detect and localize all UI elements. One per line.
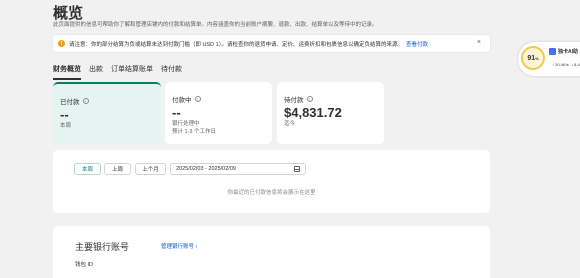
card-label: 已付款 bbox=[60, 99, 80, 106]
manage-bank-link-label: 管理银行账号 bbox=[161, 244, 195, 250]
info-icon[interactable]: i bbox=[194, 96, 201, 102]
processing-card[interactable]: 付款中 i -- 银行处理中 预计 1-3 个工作日 bbox=[165, 82, 272, 144]
close-icon[interactable]: × bbox=[477, 39, 481, 46]
paid-card[interactable]: 已付款 i -- 本周 bbox=[53, 82, 161, 144]
date-range-picker[interactable]: 2025/02/03 - 2025/02/09 bbox=[170, 163, 306, 175]
download-speed: ↓ 8.4 bbox=[571, 62, 580, 67]
tab-payouts[interactable]: 出款 bbox=[89, 64, 103, 80]
calendar-icon bbox=[294, 166, 300, 172]
card-period: 迄今 bbox=[284, 121, 296, 127]
info-icon[interactable]: i bbox=[82, 98, 89, 104]
card-status: 银行处理中 bbox=[172, 121, 200, 127]
negative-settlement-notice: ! 请注意：你的部分结算为负或结算未达到付款门槛（即 USD 1）。请检查你的退… bbox=[53, 35, 490, 52]
card-eta: 预计 1-3 个工作日 bbox=[172, 129, 217, 135]
score-unit: % bbox=[535, 55, 539, 61]
page-subtitle: 此页面提供的信息可帮助你了解和管理店铺内的付款和结算单。内容涵盖你的当前账户摘要… bbox=[53, 22, 378, 28]
card-value: -- bbox=[172, 105, 181, 120]
empty-state-message: 你最近的已付款信息将会展示在这里 bbox=[227, 190, 316, 196]
payments-panel: 本周 上周 上个月 2025/02/03 - 2025/02/09 你最近的已付… bbox=[53, 150, 490, 213]
assistant-logo-icon bbox=[549, 48, 556, 55]
pending-card[interactable]: 待付款 i $4,831.72 迄今 bbox=[277, 82, 384, 144]
tab-overview[interactable]: 财务概览 bbox=[53, 64, 81, 80]
view-payments-link[interactable]: 查看付款 bbox=[406, 40, 428, 48]
bank-section-title: 主要银行账号 bbox=[75, 242, 130, 252]
manage-bank-link[interactable]: 管理银行账号 › bbox=[161, 242, 197, 250]
last-week-button[interactable]: 上周 bbox=[104, 163, 131, 175]
last-month-button[interactable]: 上个月 bbox=[135, 163, 166, 175]
tab-pending-payments[interactable]: 待付款 bbox=[161, 64, 182, 80]
card-value: -- bbox=[60, 107, 69, 122]
upload-speed: ↑ 20.4K/s bbox=[552, 62, 569, 67]
card-label: 待付款 bbox=[284, 97, 304, 104]
card-period: 本周 bbox=[60, 123, 72, 129]
date-range-value: 2025/02/03 - 2025/02/09 bbox=[176, 166, 236, 172]
assistant-widget[interactable]: 91% 独卡AI助 ↑ 20.4K/s ↓ 8.4 bbox=[518, 42, 580, 76]
finance-tabs: 财务概览 出款 订单结算账单 待付款 bbox=[53, 64, 190, 80]
tab-order-settlements[interactable]: 订单结算账单 bbox=[111, 64, 153, 80]
notice-text: 请注意：你的部分结算为负或结算未达到付款门槛（即 USD 1）。请检查你的退货申… bbox=[69, 41, 403, 48]
warning-icon: ! bbox=[58, 40, 65, 47]
bank-account-section: 主要银行账号 管理银行账号 › 钱包 ID bbox=[53, 226, 490, 278]
score-value: 91 bbox=[527, 54, 536, 62]
assistant-name: 独卡AI助 bbox=[558, 49, 579, 55]
wallet-id-label: 钱包 ID bbox=[75, 262, 94, 268]
card-label: 付款中 bbox=[172, 97, 192, 104]
score-badge: 91% bbox=[521, 46, 545, 70]
this-week-button[interactable]: 本周 bbox=[74, 163, 101, 175]
card-value: $4,831.72 bbox=[284, 105, 342, 120]
chevron-right-icon: › bbox=[195, 244, 198, 250]
info-icon[interactable]: i bbox=[306, 96, 313, 102]
